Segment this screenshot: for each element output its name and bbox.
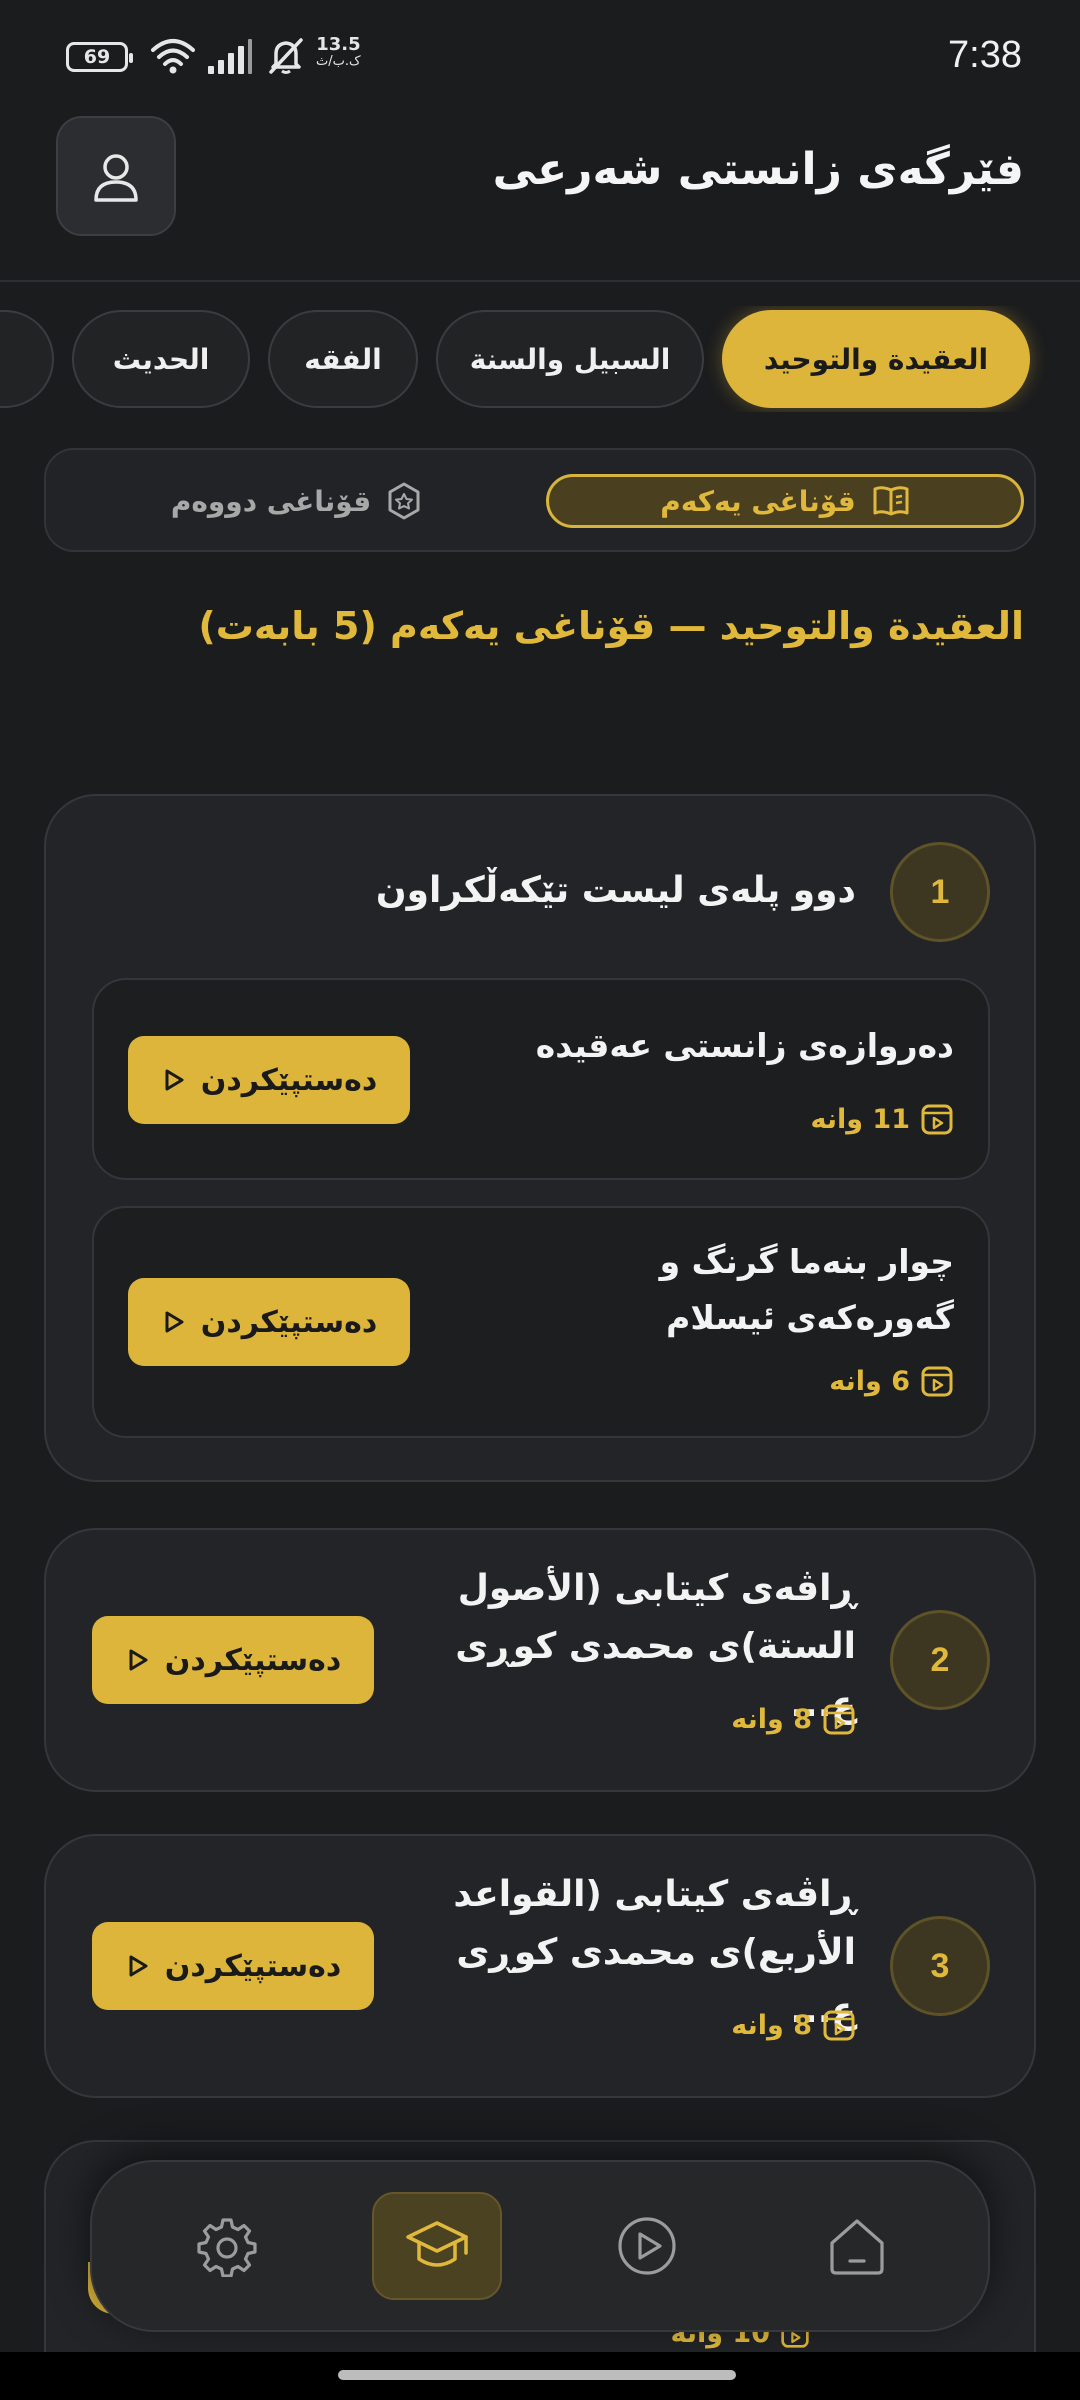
home-icon bbox=[830, 2219, 884, 2275]
lesson-count: 11 وانە bbox=[810, 1102, 954, 1136]
network-speed-value: 13.5 bbox=[316, 34, 361, 55]
nav-courses[interactable] bbox=[372, 2192, 502, 2300]
course-title: دوو پلەی لیست تێکەڵکراون bbox=[375, 870, 856, 911]
course-card-2: 2 ڕاڤەی کیتابی (الأصول الستة)ی محمدی کوڕ… bbox=[44, 1528, 1036, 1792]
course-number: 1 bbox=[890, 842, 990, 942]
play-icon bbox=[129, 1649, 148, 1671]
wifi-icon bbox=[151, 39, 195, 74]
lesson-count-text: 8 وانە bbox=[731, 2009, 812, 2041]
battery-icon: 69 bbox=[66, 42, 133, 72]
start-button-label: دەستپێکردن bbox=[164, 1642, 342, 1678]
tab-overflow[interactable] bbox=[0, 310, 54, 408]
network-speed-unit: ک.ب/ث bbox=[316, 54, 361, 69]
book-icon bbox=[873, 486, 909, 516]
lesson-count: 8 وانە bbox=[731, 1702, 856, 1736]
sub-course-1: دەروازەی زانستی عەقیدە 11 وانە دەستپێکرد… bbox=[92, 978, 990, 1180]
course-card-1: 1 دوو پلەی لیست تێکەڵکراون دەروازەی زانس… bbox=[44, 794, 1036, 1482]
video-lesson-icon bbox=[921, 1104, 953, 1135]
tab-hadith[interactable]: الحديث bbox=[72, 310, 250, 408]
tab-fiqh[interactable]: الفقه bbox=[268, 310, 418, 408]
home-indicator[interactable] bbox=[338, 2370, 736, 2380]
settings-icon bbox=[197, 2218, 257, 2277]
profile-button[interactable] bbox=[56, 116, 176, 236]
lesson-count-text: 6 وانە bbox=[829, 1365, 910, 1397]
status-bar: 69 13.5 ک.ب/ث 7:38 bbox=[0, 0, 1080, 110]
start-button[interactable]: دەستپێکردن bbox=[92, 1922, 374, 2010]
stage-second-label: قۆناغی دووەم bbox=[170, 484, 372, 518]
badge-star-icon bbox=[388, 482, 420, 520]
stage-first-tab[interactable]: قۆناغی یەکەم bbox=[546, 474, 1024, 528]
play-icon bbox=[165, 1069, 184, 1091]
network-speed: 13.5 ک.ب/ث bbox=[316, 34, 361, 70]
tab-aqeedah[interactable]: العقيدة والتوحيد bbox=[722, 310, 1030, 408]
app-header: فێرگەی زانستی شەرعی bbox=[0, 110, 1080, 282]
lesson-count-text: 11 وانە bbox=[810, 1103, 910, 1135]
muted-bell-icon bbox=[269, 38, 303, 74]
user-icon bbox=[94, 154, 138, 202]
section-heading: العقيدة والتوحيد — قۆناغی یەکەم (5 بابەت… bbox=[198, 604, 1024, 648]
course-number: 3 bbox=[890, 1916, 990, 2016]
tab-sabil-sunnah[interactable]: السبيل والسنة bbox=[436, 310, 704, 408]
lesson-count: 6 وانە bbox=[829, 1364, 954, 1398]
play-icon bbox=[165, 1311, 184, 1333]
sub-course-title: چوار بنەما گرنگ و گەورەکەی ئیسلام bbox=[659, 1242, 954, 1337]
start-button[interactable]: دەستپێکردن bbox=[92, 1616, 374, 1704]
start-button-label: دەستپێکردن bbox=[200, 1062, 378, 1098]
course-number: 2 bbox=[890, 1610, 990, 1710]
clock: 7:38 bbox=[948, 34, 1022, 76]
start-button[interactable]: دەستپێکردن bbox=[128, 1036, 410, 1124]
signal-icon bbox=[208, 39, 252, 74]
video-lesson-icon bbox=[823, 1704, 855, 1735]
sub-course-2: چوار بنەما گرنگ و گەورەکەی ئیسلام 6 وانە… bbox=[92, 1206, 990, 1438]
start-button-label: دەستپێکردن bbox=[164, 1948, 342, 1984]
lesson-count-text: 8 وانە bbox=[731, 1703, 812, 1735]
start-button-label: دەستپێکردن bbox=[200, 1304, 378, 1340]
battery-level: 69 bbox=[83, 46, 111, 68]
course-card-3: 3 ڕاڤەی کیتابی (القواعد الأربع)ی محمدی ک… bbox=[44, 1834, 1036, 2098]
nav-videos[interactable] bbox=[582, 2192, 712, 2300]
stage-second-tab[interactable]: قۆناغی دووەم bbox=[166, 474, 426, 528]
category-tabs: العقيدة والتوحيد السبيل والسنة الفقه الح… bbox=[0, 306, 1080, 412]
lesson-count: 8 وانە bbox=[731, 2008, 856, 2042]
nav-home[interactable] bbox=[792, 2192, 922, 2300]
nav-settings[interactable] bbox=[162, 2192, 292, 2300]
stage-tabs: قۆناغی یەکەم قۆناغی دووەم bbox=[44, 448, 1036, 552]
play-icon bbox=[129, 1955, 148, 1977]
stage-first-label: قۆناغی یەکەم bbox=[660, 484, 856, 518]
video-lesson-icon bbox=[823, 2010, 855, 2041]
graduation-cap-icon bbox=[406, 2221, 468, 2267]
video-lesson-icon bbox=[921, 1366, 953, 1397]
page-title: فێرگەی زانستی شەرعی bbox=[492, 144, 1024, 195]
bottom-navigation bbox=[90, 2160, 990, 2332]
sub-course-title: دەروازەی زانستی عەقیدە bbox=[535, 1026, 954, 1065]
play-circle-icon bbox=[618, 2217, 676, 2275]
start-button[interactable]: دەستپێکردن bbox=[128, 1278, 410, 1366]
